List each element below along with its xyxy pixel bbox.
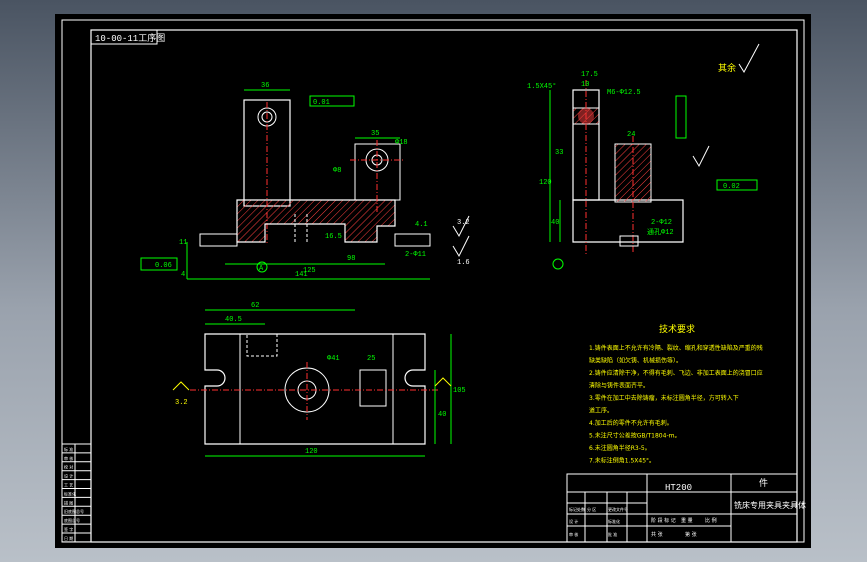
title-row-review: 审 核	[569, 531, 578, 537]
front-tol-0-06: 0.06	[155, 262, 172, 270]
front-dim-36: 36	[261, 82, 269, 90]
tech-requirement-line: 缺类缺陷（如欠铸、机械损伤等）。	[589, 357, 682, 365]
part-label: 件	[759, 477, 768, 489]
tech-requirement-line: 3.零件在加工中去除铸瘤，未标注圆角半径，方可转入下	[589, 394, 739, 402]
front-ra-3-2: 3.2	[457, 219, 470, 227]
part-title: 铣床专用夹具夹具体	[734, 500, 806, 510]
front-dim-4-1: 4.1	[415, 221, 428, 229]
front-dim-phi18: Φ18	[395, 139, 408, 147]
left-strip-label: 工 艺	[64, 483, 73, 488]
tech-requirement-line: 7.未标注倒角1.5X45°。	[589, 457, 655, 465]
tech-requirements-title: 技术要求	[659, 323, 695, 335]
tech-requirement-line: 清除与铸件表面齐平。	[589, 382, 649, 390]
title-row-standard: 标准化	[608, 518, 620, 524]
front-dim-11: 11	[179, 239, 187, 247]
front-dim-4: 4	[181, 271, 185, 279]
left-strip-label: 校 对	[64, 464, 73, 470]
side-dim-through-hole: 通孔Φ12	[647, 227, 674, 237]
top-dim-25: 25	[367, 355, 375, 363]
side-dim-120: 120	[539, 179, 552, 187]
title-row-mark: 标记处数	[569, 506, 585, 512]
left-strip-label: 底图总号	[64, 517, 80, 523]
side-dim-17-5: 17.5	[581, 71, 598, 79]
title-cell-sheet: 第 张	[685, 531, 697, 538]
outer-frame	[61, 19, 805, 543]
left-strip-label: 标 准	[64, 446, 73, 452]
top-dim-40: 40	[438, 411, 446, 419]
left-strip-label: 签 字	[64, 526, 73, 532]
front-ra-1-6: 1.6	[457, 259, 470, 267]
side-dim-10: 10	[581, 81, 589, 89]
side-dim-33: 33	[555, 149, 563, 157]
top-dim-62: 62	[251, 302, 259, 310]
left-strip-label: 标准化	[64, 490, 76, 496]
tech-requirements: 技术要求 1.铸件表面上不允许有冷隔、裂纹、缩孔和穿透性缺陷及严重的残缺类缺陷（…	[589, 323, 763, 465]
side-dim-24: 24	[627, 131, 635, 139]
tech-requirement-line: 2.铸件应清除干净，不得有毛刺、飞边、非加工表面上的浇冒口应	[589, 369, 763, 377]
cad-drawing: 10-00-11工序图 其余 36 35 141 98 125 4 11 2-Φ…	[61, 19, 806, 543]
drawing-viewport[interactable]: 10-00-11工序图 其余 36 35 141 98 125 4 11 2-Φ…	[55, 14, 811, 548]
front-dim-phi8: Φ8	[333, 167, 341, 175]
title-block: HT200 件 铣床专用夹具夹具体 阶 段 标 记 重 量 比 例 共 张 第 …	[566, 473, 806, 543]
side-dim-2-phi12: 2-Φ12	[651, 219, 672, 227]
front-dim-125: 125	[303, 267, 316, 275]
title-cell-sheets: 共 张	[651, 531, 663, 538]
top-dim-40-5: 40.5	[225, 316, 242, 324]
tech-requirement-line: 6.未注圆角半径R3-5。	[589, 444, 651, 452]
left-strip-label: 日 期	[64, 535, 73, 541]
material-label: HT200	[665, 483, 692, 493]
front-view: 36 35 141 98 125 4 11 2-Φ11 4.1 16.5 Φ18…	[140, 82, 470, 280]
left-strip-label: 旧底图总号	[64, 508, 84, 514]
left-strip-label: 描 图	[64, 499, 73, 505]
left-strip-label: 审 核	[64, 455, 73, 461]
left-strip-label: 设 计	[64, 473, 73, 479]
front-dim-35: 35	[371, 130, 379, 138]
left-revision-strip: 标 准审 核校 对设 计工 艺标准化描 图旧底图总号底图总号签 字日 期	[61, 443, 92, 543]
front-dim-98: 98	[347, 255, 355, 263]
side-tol-0-02: 0.02	[723, 183, 740, 191]
roughness-rest: 其余	[718, 43, 760, 74]
drawing-number-box: 10-00-11工序图	[90, 29, 165, 45]
side-dim-m6: M6-Φ12.5	[607, 89, 641, 97]
top-view: 62 40.5 Φ41 25 120 40 105 3.2	[172, 302, 466, 457]
side-dim-chamfer: 1.5X45°	[527, 82, 556, 91]
front-tol-0-01: 0.01	[313, 99, 330, 107]
tech-requirement-line: 5.未注尺寸公差按GB/T1804-m。	[589, 432, 680, 440]
tech-requirement-line: 道工序。	[589, 407, 613, 415]
title-row-design: 设 计	[569, 518, 578, 524]
front-dim-2-phi11: 2-Φ11	[405, 251, 426, 259]
tech-requirement-line: 1.铸件表面上不允许有冷隔、裂纹、缩孔和穿透性缺陷及严重的残	[589, 344, 763, 352]
top-dim-phi41: Φ41	[327, 355, 340, 363]
top-dim-105: 105	[453, 387, 466, 395]
title-cell-scale: 比 例	[705, 517, 717, 524]
title-cell-stage: 阶 段 标 记	[651, 517, 676, 524]
inner-frame	[90, 29, 798, 543]
tech-requirement-line: 4.加工后的零件不允许有毛刺。	[589, 419, 673, 427]
top-dim-120: 120	[305, 448, 318, 456]
front-dim-16-5: 16.5	[325, 233, 342, 241]
side-dim-40: 40	[551, 219, 559, 227]
roughness-rest-label: 其余	[718, 62, 736, 74]
top-ra-3-2: 3.2	[175, 399, 188, 407]
title-row-approve: 批 准	[608, 531, 617, 537]
title-cell-weight: 重 量	[681, 517, 693, 524]
side-view: 120 40 33 17.5 10 1.5X45° M6-Φ12.5 24 2-…	[527, 71, 758, 270]
drawing-number: 10-00-11工序图	[95, 32, 165, 44]
title-row-zone: 分 区	[587, 506, 596, 512]
title-row-change: 更改文件号	[608, 506, 628, 512]
